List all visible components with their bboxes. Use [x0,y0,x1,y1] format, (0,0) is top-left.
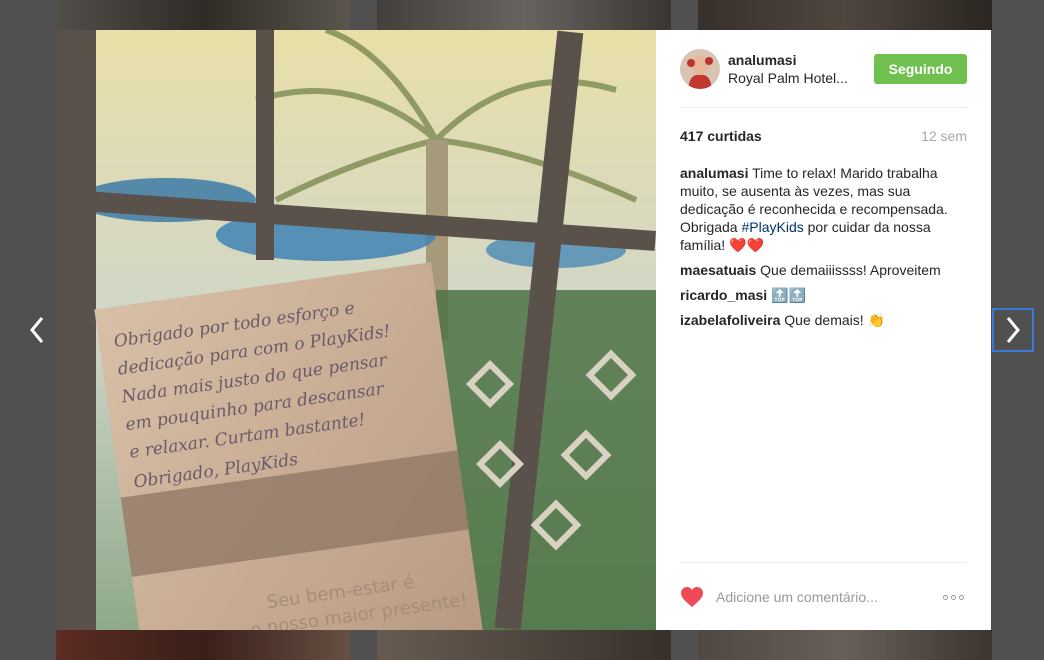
comment-text: 🔝🔝 [771,287,806,303]
comment-input[interactable] [714,588,943,606]
following-button[interactable]: Seguindo [874,53,967,84]
comment-username[interactable]: izabelafoliveira [680,312,780,328]
heart-icon[interactable] [680,586,704,608]
likes-count[interactable]: 417 curtidas [680,128,762,144]
post-time[interactable]: 12 sem [921,128,967,144]
post-stats: 417 curtidas 12 sem [680,128,967,144]
next-post-button[interactable] [992,308,1034,352]
list-item: izabelafoliveira Que demais! 👏 [680,311,967,329]
list-item: maesatuais Que demaiiissss! Aproveitem [680,261,967,279]
user-info: analumasi Royal Palm Hotel... [728,51,874,87]
more-options-icon[interactable] [943,594,967,600]
post-modal: Obrigado por todo esforço e dedicação pa… [56,30,991,630]
avatar[interactable] [680,48,720,89]
chevron-left-icon [30,317,44,343]
comment-text: Que demaiiissss! Aproveitem [760,262,941,278]
caption: analumasi Time to relax! Marido trabalha… [680,164,967,254]
dot [943,594,948,600]
comment-username[interactable]: maesatuais [680,262,756,278]
post-header: analumasi Royal Palm Hotel... Seguindo [680,30,967,108]
hashtag-link[interactable]: #PlayKids [741,219,803,235]
previous-post-button[interactable] [17,309,57,351]
caption-username[interactable]: analumasi [680,165,748,181]
post-photo[interactable]: Obrigado por todo esforço e dedicação pa… [56,30,656,630]
chevron-right-icon [1006,317,1020,343]
dot [959,594,964,600]
comments-list: analumasi Time to relax! Marido trabalha… [680,164,967,336]
comment-text: Que demais! 👏 [784,312,885,328]
comment-username[interactable]: ricardo_masi [680,287,767,303]
username-link[interactable]: analumasi [728,51,874,69]
dot [951,594,956,600]
location-link[interactable]: Royal Palm Hotel... [728,69,874,87]
post-sidebar: analumasi Royal Palm Hotel... Seguindo 4… [656,30,991,630]
comment-bar [680,562,967,631]
list-item: ricardo_masi 🔝🔝 [680,286,967,304]
